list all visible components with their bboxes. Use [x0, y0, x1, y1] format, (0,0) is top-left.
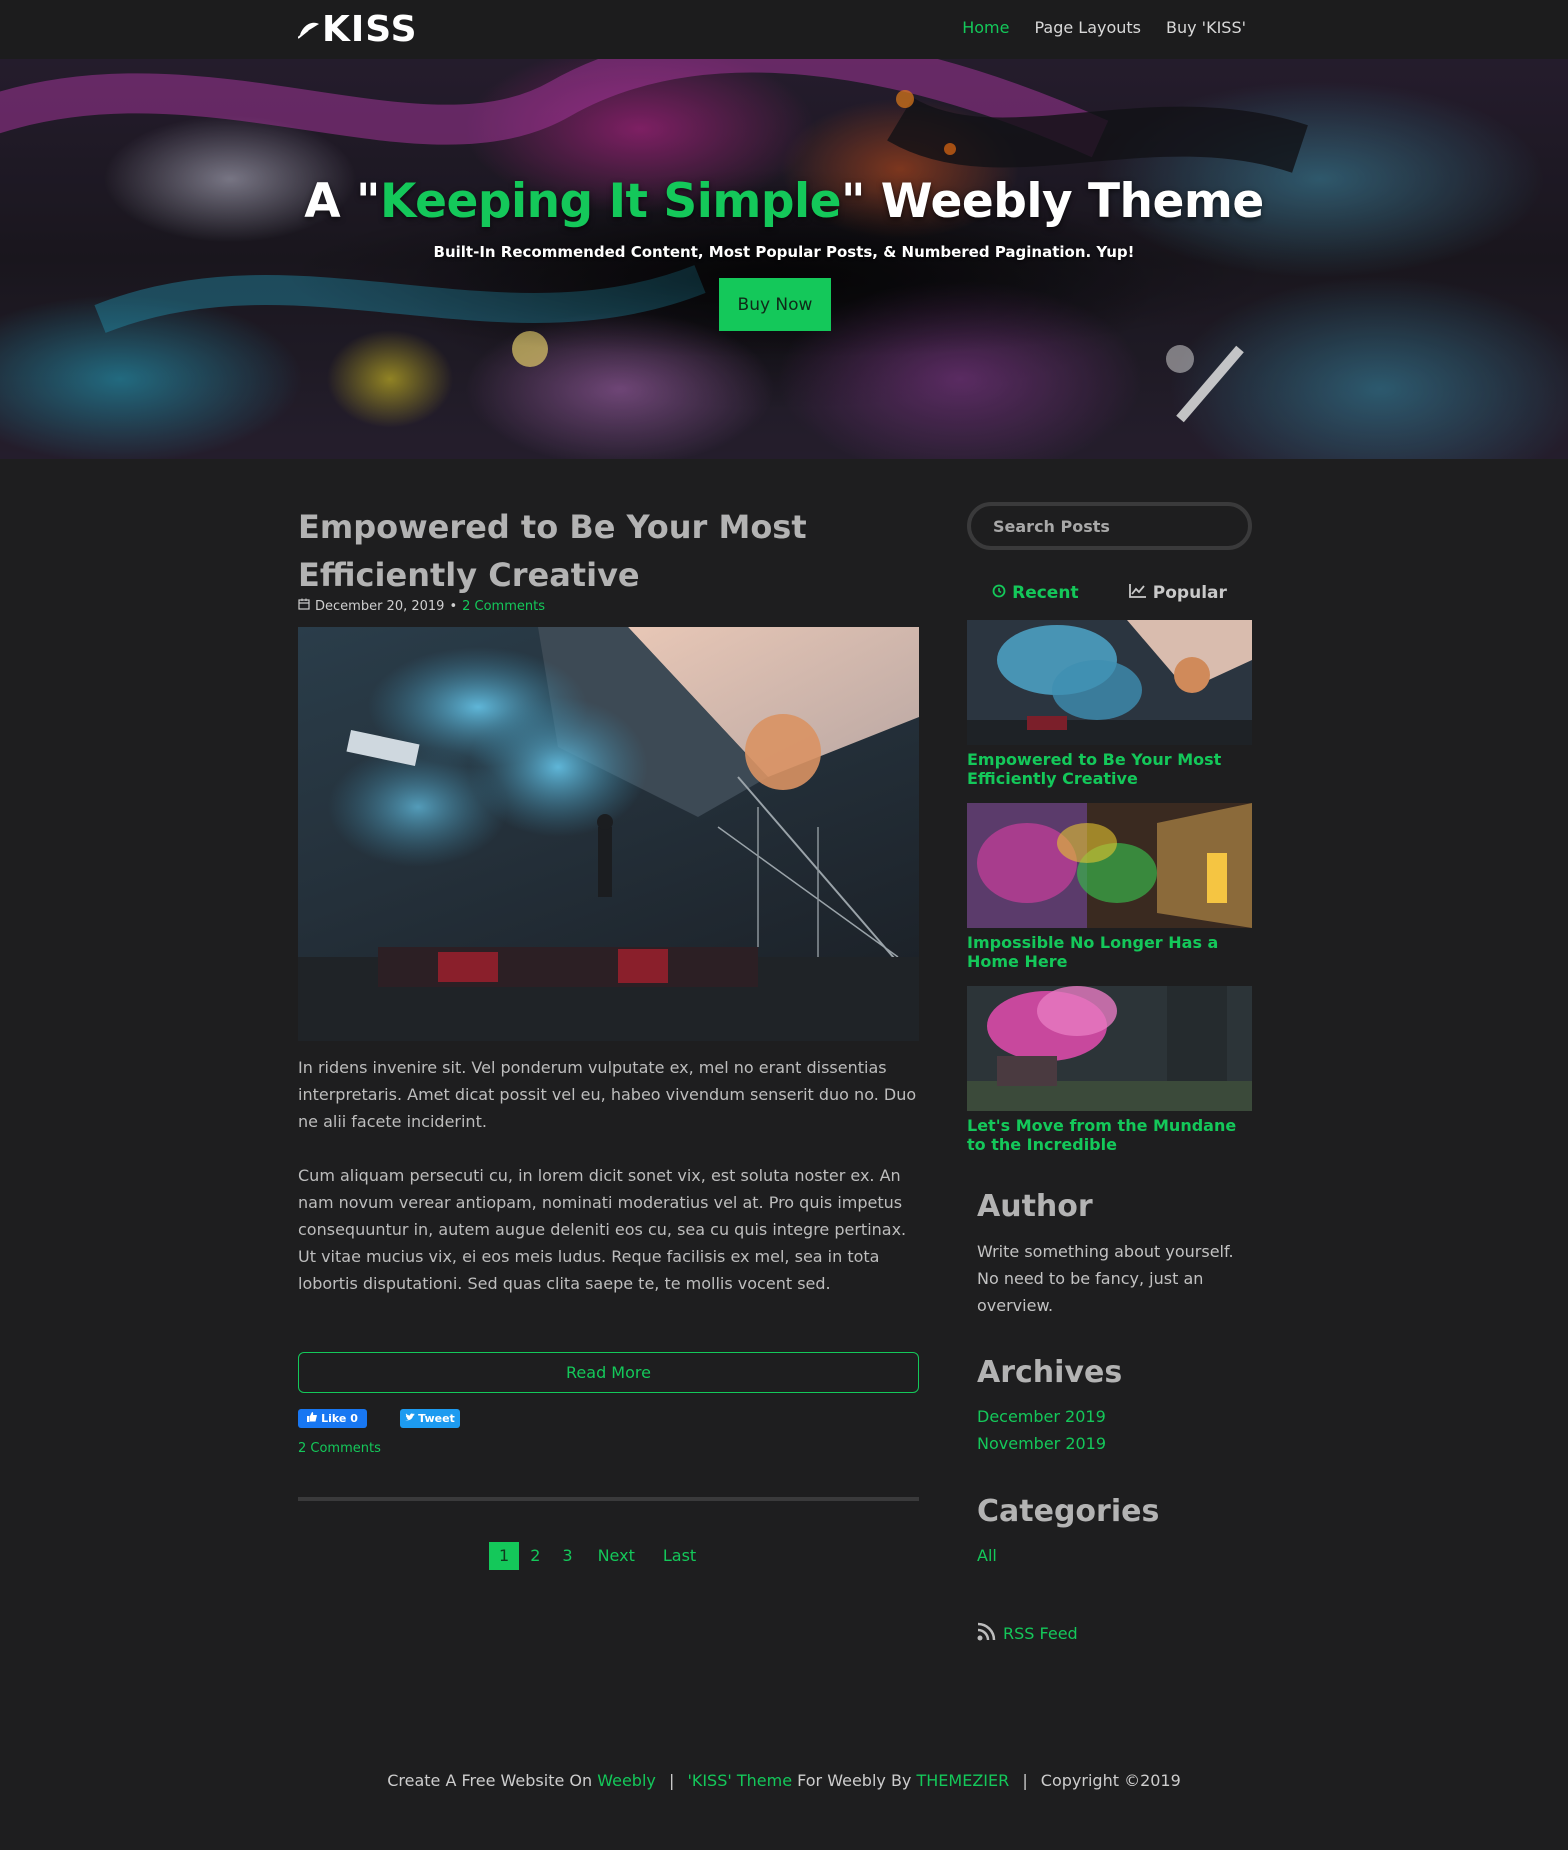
recent-post-title-2[interactable]: Impossible No Longer Has a Home Here	[967, 933, 1252, 971]
post-divider	[298, 1497, 919, 1501]
category-all[interactable]: All	[977, 1546, 997, 1565]
hero-subtitle: Built-In Recommended Content, Most Popul…	[433, 243, 1135, 261]
tweet-label: Tweet	[418, 1412, 455, 1425]
tab-popular[interactable]: Popular	[1128, 583, 1227, 603]
page-last[interactable]: Last	[649, 1542, 710, 1570]
tab-recent[interactable]: Recent	[992, 583, 1079, 603]
post-paragraph-2: Cum aliquam persecuti cu, in lorem dicit…	[298, 1166, 907, 1293]
comments-count-link[interactable]: 2 Comments	[298, 1441, 381, 1456]
nav-buy-kiss[interactable]: Buy 'KISS'	[1166, 18, 1246, 37]
footer-weebly-link[interactable]: Weebly	[597, 1771, 656, 1790]
nav-home[interactable]: Home	[962, 18, 1009, 37]
site-footer: Create A Free Website On Weebly | 'KISS'…	[387, 1771, 1181, 1790]
recent-post-title-3[interactable]: Let's Move from the Mundane to the Incre…	[967, 1116, 1252, 1154]
footer-themezier-link[interactable]: THEMEZIER	[916, 1771, 1009, 1790]
archive-december-2019[interactable]: December 2019	[977, 1407, 1106, 1426]
recent-post-thumb-3[interactable]	[967, 986, 1252, 1111]
like-label: Like 0	[321, 1412, 358, 1425]
hero-title: A "Keeping It Simple" Weebly Theme	[304, 174, 1264, 229]
site-logo[interactable]: KISS	[298, 10, 418, 50]
facebook-like-button[interactable]: Like 0	[298, 1409, 367, 1428]
pagination: 1 2 3 Next Last	[489, 1542, 710, 1570]
thumbs-up-icon	[307, 1412, 317, 1425]
hero-banner: A "Keeping It Simple" Weebly Theme Built…	[0, 59, 1568, 459]
calendar-icon	[298, 598, 310, 614]
page-1[interactable]: 1	[489, 1542, 520, 1570]
post-date: December 20, 2019	[315, 598, 445, 614]
categories-heading: Categories	[977, 1494, 1160, 1529]
main-nav: Home Page Layouts Buy 'KISS'	[962, 18, 1246, 37]
tweet-button[interactable]: Tweet	[400, 1409, 460, 1428]
archive-november-2019[interactable]: November 2019	[977, 1434, 1106, 1453]
page-3[interactable]: 3	[551, 1542, 583, 1570]
author-text: Write something about yourself. No need …	[977, 1242, 1234, 1315]
post-paragraph-1: In ridens invenire sit. Vel ponderum vul…	[298, 1058, 917, 1131]
post-title[interactable]: Empowered to Be Your Most Efficiently Cr…	[298, 503, 898, 599]
post-comments-link[interactable]: 2 Comments	[462, 599, 545, 614]
rss-icon	[977, 1621, 997, 1645]
footer-kiss-theme-link[interactable]: 'KISS' Theme	[687, 1771, 792, 1790]
buy-now-button[interactable]: Buy Now	[719, 278, 831, 331]
nav-page-layouts[interactable]: Page Layouts	[1034, 18, 1141, 37]
sidebar-tabs: Recent Popular	[967, 583, 1252, 603]
read-more-button[interactable]: Read More	[298, 1352, 919, 1393]
recent-post-title-1[interactable]: Empowered to Be Your Most Efficiently Cr…	[967, 750, 1252, 788]
page-next[interactable]: Next	[584, 1542, 649, 1570]
search-posts-input[interactable]: Search Posts	[967, 502, 1252, 550]
recent-post-thumb-1[interactable]	[967, 620, 1252, 745]
author-heading: Author	[977, 1189, 1093, 1224]
archives-heading: Archives	[977, 1355, 1123, 1390]
clock-icon	[992, 583, 1006, 603]
logo-text: KISS	[322, 9, 418, 50]
chart-icon	[1128, 583, 1147, 603]
post-featured-image[interactable]	[298, 627, 919, 1041]
post-meta: December 20, 2019 • 2 Comments	[298, 598, 545, 614]
leaf-icon	[298, 21, 320, 39]
meta-separator: •	[449, 598, 458, 614]
rss-feed-link[interactable]: RSS Feed	[977, 1621, 1078, 1645]
bird-icon	[405, 1412, 416, 1425]
page-2[interactable]: 2	[519, 1542, 551, 1570]
top-navbar: KISS Home Page Layouts Buy 'KISS'	[0, 0, 1568, 59]
recent-post-thumb-2[interactable]	[967, 803, 1252, 928]
